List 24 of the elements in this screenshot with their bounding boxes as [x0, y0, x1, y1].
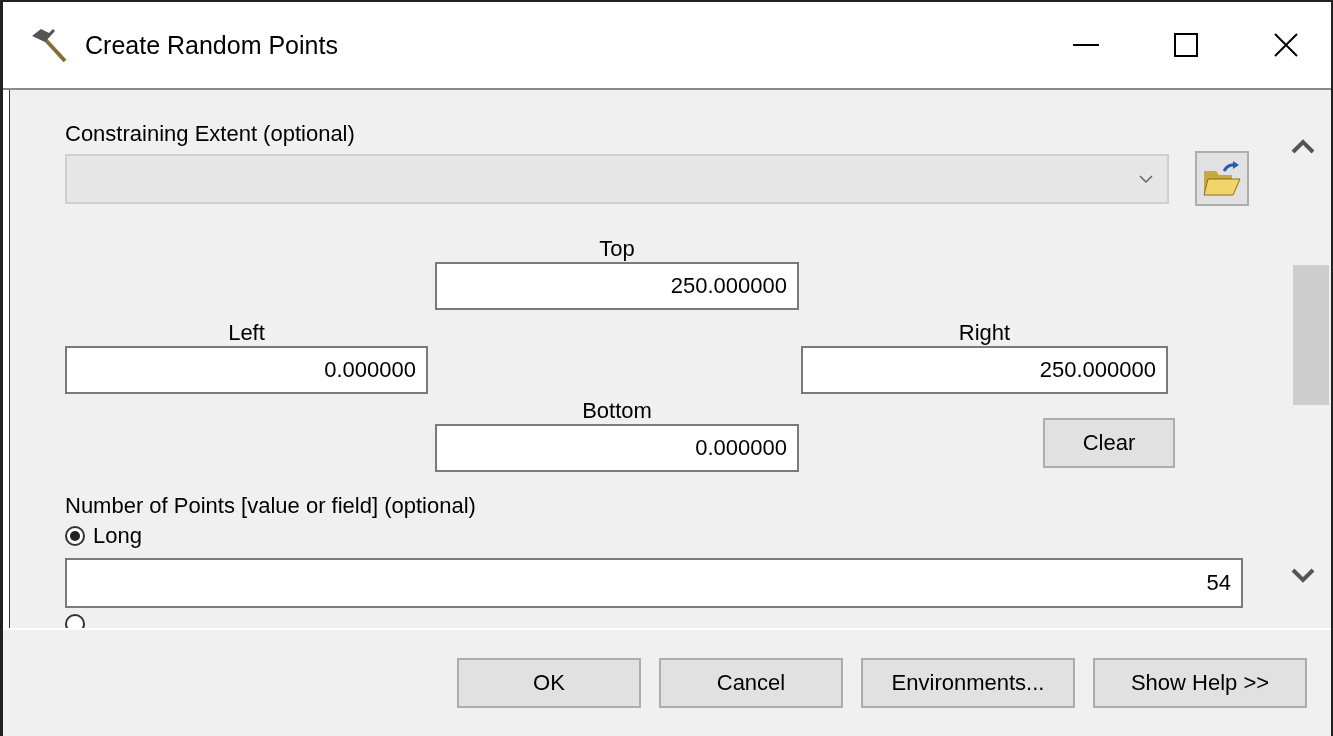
field-label: Number of Points [value or field] (optional)	[65, 492, 477, 520]
cancel-button[interactable]: Cancel	[659, 658, 843, 708]
input-field[interactable]: 54	[65, 558, 1243, 608]
field-label: Top	[598, 236, 636, 262]
field-label: Right	[957, 320, 1012, 346]
radio-button[interactable]	[65, 526, 85, 546]
minimize-icon	[1073, 44, 1099, 46]
scrollbar-thumb[interactable]	[1293, 265, 1329, 405]
radio-button[interactable]	[65, 614, 85, 628]
scroll-down-icon[interactable]	[1291, 568, 1315, 584]
scroll-up-icon[interactable]	[1291, 138, 1315, 154]
close-icon	[1274, 33, 1298, 57]
window-title: Create Random Points	[85, 30, 339, 60]
show-help-button[interactable]: Show Help >>	[1093, 658, 1307, 708]
field-label: Left	[227, 320, 266, 346]
ok-button[interactable]: OK	[457, 658, 641, 708]
browse-button[interactable]	[1195, 151, 1249, 206]
field-label: Bottom	[581, 398, 653, 424]
radio-option[interactable]: Long	[65, 520, 1281, 552]
chevron-down-icon	[1139, 174, 1153, 183]
folder-icon	[1202, 160, 1242, 197]
maximize-icon	[1174, 33, 1198, 57]
environments-button[interactable]: Environments...	[861, 658, 1075, 708]
field-label: Constraining Extent (optional)	[65, 120, 356, 148]
